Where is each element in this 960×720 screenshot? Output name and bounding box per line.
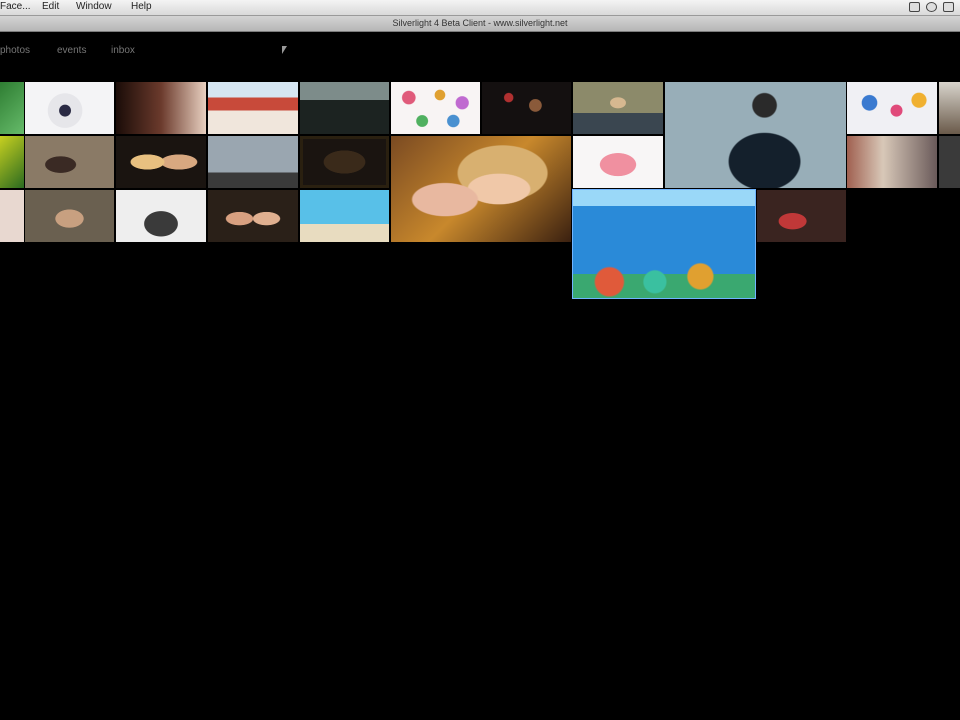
photo-tile[interactable] <box>757 190 846 242</box>
photo-tile[interactable] <box>25 136 114 188</box>
window-titlebar[interactable]: Silverlight 4 Beta Client - www.silverli… <box>0 16 960 32</box>
photo-tile[interactable] <box>391 82 480 134</box>
photo-tile[interactable] <box>0 190 24 242</box>
window-title: Silverlight 4 Beta Client - www.silverli… <box>392 18 568 28</box>
nav-inbox[interactable]: inbox <box>111 45 135 56</box>
photo-tile[interactable] <box>573 136 663 188</box>
display-icon[interactable] <box>909 2 920 12</box>
silverlight-app: photos events inbox <box>0 32 960 660</box>
nav-events[interactable]: events <box>57 45 86 56</box>
photo-tile[interactable] <box>208 190 298 242</box>
photo-tile[interactable] <box>116 190 206 242</box>
mouse-cursor-icon <box>282 46 287 54</box>
clock-icon[interactable] <box>926 2 937 12</box>
photo-tile[interactable] <box>208 136 298 188</box>
menubar: Face... Edit Window Help <box>0 0 960 16</box>
menu-face[interactable]: Face... <box>0 1 31 12</box>
photo-tile[interactable] <box>0 82 24 134</box>
photo-tile[interactable] <box>116 136 206 188</box>
menu-help[interactable]: Help <box>131 1 152 12</box>
photo-tile[interactable] <box>0 136 24 188</box>
photo-tile[interactable] <box>300 136 389 188</box>
battery-icon[interactable] <box>943 2 954 12</box>
photo-tile[interactable] <box>482 82 571 134</box>
photo-tile[interactable] <box>300 82 389 134</box>
photo-tile[interactable] <box>939 82 960 134</box>
photo-tile[interactable] <box>939 136 960 188</box>
photo-tile[interactable] <box>25 82 114 134</box>
photo-tile[interactable] <box>208 82 298 134</box>
status-icons <box>909 2 954 12</box>
photo-tile[interactable] <box>116 82 206 134</box>
menu-edit[interactable]: Edit <box>42 1 59 12</box>
nav-photos[interactable]: photos <box>0 45 30 56</box>
menu-window[interactable]: Window <box>76 1 112 12</box>
photo-tile[interactable] <box>573 82 663 134</box>
photo-tile[interactable] <box>847 82 937 134</box>
photo-tile[interactable] <box>391 136 571 242</box>
photo-tile[interactable] <box>25 190 114 242</box>
photo-tile-selected[interactable] <box>572 189 756 299</box>
photo-tile[interactable] <box>665 82 846 188</box>
photo-tile[interactable] <box>300 190 389 242</box>
photo-tile[interactable] <box>847 136 937 188</box>
